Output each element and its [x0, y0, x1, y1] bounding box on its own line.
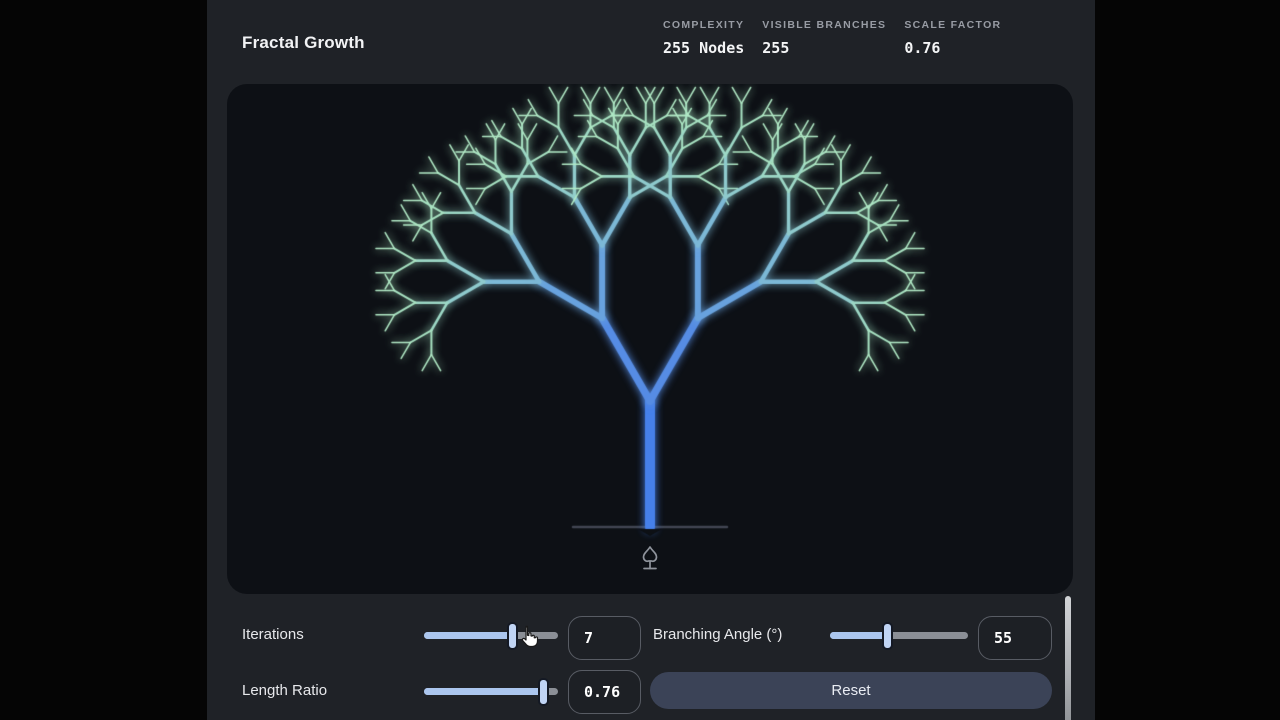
length-ratio-slider[interactable] — [424, 688, 558, 695]
iterations-slider-thumb[interactable] — [507, 622, 518, 650]
stat-complexity-value: 255 Nodes — [663, 39, 744, 57]
length-ratio-slider-fill — [424, 688, 543, 695]
fractal-canvas-panel — [227, 84, 1073, 594]
length-ratio-value-input[interactable]: 0.76 — [568, 670, 641, 714]
stat-visible-branches-value: 255 — [762, 39, 886, 57]
branching-angle-slider[interactable] — [830, 632, 968, 639]
fractal-growth-app: Fractal Growth COMPLEXITY 255 Nodes VISI… — [207, 0, 1095, 720]
stat-complexity-label: COMPLEXITY — [663, 19, 744, 31]
page-title: Fractal Growth — [242, 33, 365, 53]
iterations-slider-fill — [424, 632, 513, 639]
branching-angle-slider-thumb[interactable] — [882, 622, 893, 650]
iterations-label: Iterations — [242, 626, 304, 644]
reset-button[interactable]: Reset — [650, 672, 1052, 709]
stats-panel: COMPLEXITY 255 Nodes VISIBLE BRANCHES 25… — [663, 19, 1001, 57]
fractal-tree-visualization — [227, 84, 1073, 594]
stat-scale-factor-value: 0.76 — [904, 39, 1001, 57]
desktop-background: Fractal Growth COMPLEXITY 255 Nodes VISI… — [0, 0, 1280, 720]
iterations-value-input[interactable]: 7 — [568, 616, 641, 660]
tree-icon — [637, 544, 663, 576]
stat-complexity: COMPLEXITY 255 Nodes — [663, 19, 744, 57]
length-ratio-slider-thumb[interactable] — [538, 678, 549, 706]
branching-angle-label: Branching Angle (°) — [653, 626, 782, 644]
stat-visible-branches-label: VISIBLE BRANCHES — [762, 19, 886, 31]
vertical-scrollbar[interactable] — [1065, 596, 1071, 720]
branching-angle-value-input[interactable]: 55 — [978, 616, 1052, 660]
length-ratio-label: Length Ratio — [242, 682, 327, 700]
iterations-slider[interactable] — [424, 632, 558, 639]
stat-scale-factor: SCALE FACTOR 0.76 — [904, 19, 1001, 57]
branching-angle-slider-fill — [830, 632, 888, 639]
stat-visible-branches: VISIBLE BRANCHES 255 — [762, 19, 886, 57]
stat-scale-factor-label: SCALE FACTOR — [904, 19, 1001, 31]
